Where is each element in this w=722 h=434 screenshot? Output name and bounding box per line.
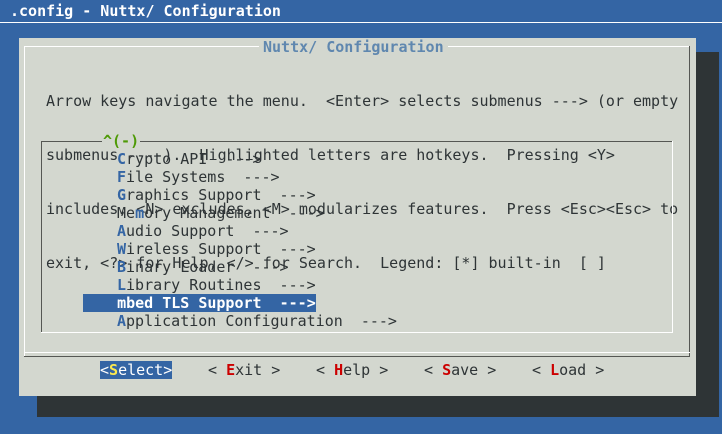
button-hotkey: E	[226, 361, 236, 379]
button-label: elp >	[343, 361, 389, 379]
menu-item-label-prefix: m	[117, 294, 127, 312]
menu-item[interactable]: Memory Management --->	[117, 204, 325, 222]
menu-item-hotkey: B	[117, 258, 127, 276]
menu-item-label-prefix: Me	[117, 204, 136, 222]
button-bar-divider	[24, 352, 690, 353]
menu-item-hotkey: W	[117, 240, 127, 258]
menu-item-hotkey: A	[117, 312, 127, 330]
menu-item[interactable]: Library Routines --->	[117, 276, 316, 294]
menu-item-label: raphics Support --->	[126, 186, 316, 204]
button-hotkey: H	[334, 361, 344, 379]
dialog-border-right	[689, 46, 690, 356]
menu-item[interactable]: Wireless Support --->	[117, 240, 316, 258]
menu-item[interactable]: mbed TLS Support --->	[99, 294, 316, 312]
save-button[interactable]: < Save >	[424, 361, 496, 379]
menu-item-label: ireless Support --->	[126, 240, 316, 258]
menu-item-hotkey: L	[117, 276, 127, 294]
menu-border-bottom	[41, 332, 673, 333]
config-dialog: Nuttx/ Configuration Arrow keys navigate…	[19, 38, 696, 396]
button-bracket: <	[100, 361, 110, 379]
menu-item-hotkey: F	[117, 168, 127, 186]
dialog-title: Nuttx/ Configuration	[259, 38, 448, 56]
menu-item-hotkey: G	[117, 186, 127, 204]
menu-list[interactable]: ^(-) Crypto API ---> File Systems ---> Gra…	[41, 132, 673, 333]
menu-item[interactable]: Audio Support --->	[117, 222, 289, 240]
menu-item-label: pplication Configuration --->	[126, 312, 397, 330]
button-bar-divider-shadow	[24, 356, 690, 357]
menu-item[interactable]: Application Configuration --->	[117, 312, 397, 330]
menu-item[interactable]: Crypto API --->	[117, 150, 262, 168]
menu-border-right	[672, 141, 673, 333]
button-hotkey: S	[109, 361, 119, 379]
help-line: Arrow keys navigate the menu. <Enter> se…	[46, 92, 679, 110]
menu-item-hotkey: m	[135, 204, 145, 222]
selection-cursor	[83, 294, 99, 312]
menu-item-label: ibrary Routines --->	[126, 276, 316, 294]
menu-item-label: inary Loader --->	[126, 258, 289, 276]
button-bracket: <	[316, 361, 335, 379]
menu-item-label: udio Support --->	[126, 222, 289, 240]
menu-item-hotkey: b	[126, 294, 136, 312]
help-button[interactable]: < Help >	[316, 361, 388, 379]
button-bracket: <	[208, 361, 227, 379]
button-label: ave >	[451, 361, 497, 379]
title-divider	[0, 22, 722, 23]
button-label: elect>	[118, 361, 173, 379]
scroll-up-indicator[interactable]: ^(-)	[102, 132, 141, 150]
menu-item-label: ed TLS Support --->	[135, 294, 316, 312]
button-label: oad >	[559, 361, 605, 379]
selection-padding	[99, 294, 117, 312]
menu-item[interactable]: File Systems --->	[117, 168, 280, 186]
button-label: xit >	[235, 361, 281, 379]
load-button[interactable]: < Load >	[532, 361, 604, 379]
button-bracket: <	[424, 361, 443, 379]
button-hotkey: L	[550, 361, 560, 379]
menu-item-hotkey: A	[117, 222, 127, 240]
window-title: .config - Nuttx/ Configuration	[10, 2, 281, 20]
menu-item-label: ory Management --->	[144, 204, 325, 222]
button-bar: <Select> < Exit > < Help > < Save > < Load >	[19, 361, 696, 381]
menu-item-hotkey: C	[117, 150, 127, 168]
menu-item[interactable]: Graphics Support --->	[117, 186, 316, 204]
dialog-border-left	[24, 46, 25, 356]
exit-button[interactable]: < Exit >	[208, 361, 280, 379]
menu-item[interactable]: Binary Loader --->	[117, 258, 289, 276]
menu-item-label: ile Systems --->	[126, 168, 280, 186]
menu-item-label: rypto API --->	[126, 150, 262, 168]
menu-border-left	[41, 141, 42, 333]
select-button[interactable]: <Select>	[100, 361, 173, 379]
button-bracket: <	[532, 361, 551, 379]
button-hotkey: S	[442, 361, 452, 379]
